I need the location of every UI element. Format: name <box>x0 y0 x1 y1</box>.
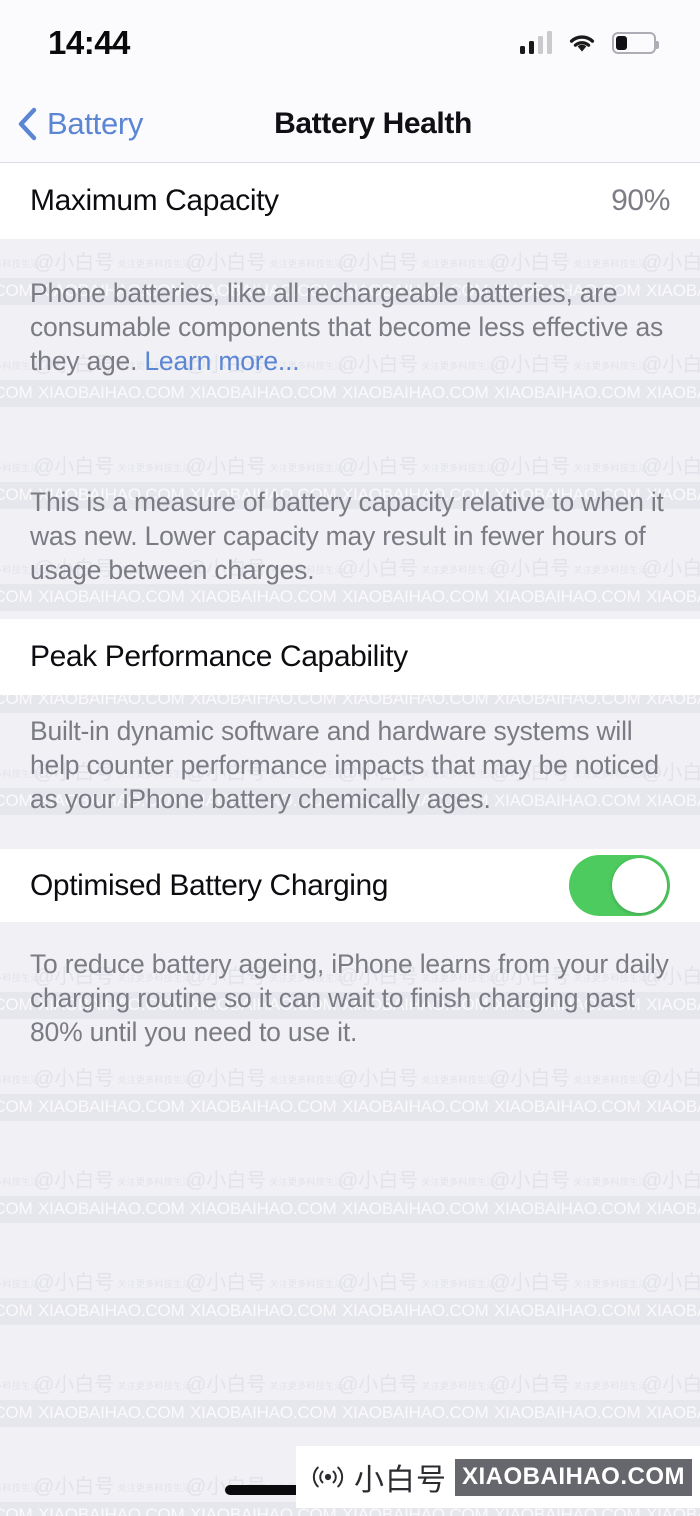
optimised-charging-toggle[interactable] <box>569 855 670 916</box>
broadcast-icon <box>310 1463 346 1491</box>
chevron-left-icon <box>16 107 38 141</box>
bottom-watermark-domain: XIAOBAIHAO.COM <box>455 1458 692 1496</box>
row-optimised-battery-charging[interactable]: Optimised Battery Charging <box>0 849 700 922</box>
intro-footnote: Phone batteries, like all rechargeable b… <box>0 276 700 378</box>
status-bar-icons <box>519 31 659 54</box>
status-bar-clock: 14:44 <box>48 24 130 61</box>
maximum-capacity-label: Maximum Capacity <box>30 184 279 217</box>
learn-more-link[interactable]: Learn more... <box>144 346 299 376</box>
intro-footnote-text: Phone batteries, like all rechargeable b… <box>30 278 664 376</box>
iphone-settings-screen: @小白号关注更多科技生活XIAOBAIHAO.COM@小白号关注更多科技生活XI… <box>0 0 700 1516</box>
settings-content: Phone batteries, like all rechargeable b… <box>0 163 700 1516</box>
battery-icon <box>612 32 659 54</box>
wifi-icon <box>567 32 597 54</box>
row-peak-performance[interactable]: Peak Performance Capability <box>0 619 700 695</box>
row-maximum-capacity[interactable]: Maximum Capacity 90% <box>0 163 700 239</box>
cellular-bars-icon <box>519 31 552 54</box>
peak-performance-label: Peak Performance Capability <box>30 640 408 673</box>
back-button[interactable]: Battery <box>16 106 143 142</box>
status-bar: 14:44 <box>0 0 700 86</box>
peak-performance-footnote: Built-in dynamic software and hardware s… <box>30 716 659 814</box>
bottom-watermark-brand: 小白号 <box>354 1463 447 1498</box>
toggle-knob <box>612 858 667 913</box>
back-button-label: Battery <box>47 106 144 141</box>
maximum-capacity-footnote: This is a measure of battery capacity re… <box>30 487 664 585</box>
bottom-watermark: 小白号 XIAOBAIHAO.COM <box>296 1446 700 1508</box>
navigation-bar: Battery Battery Health <box>0 86 700 163</box>
maximum-capacity-value: 90% <box>611 184 670 217</box>
optimised-charging-footnote: To reduce battery ageing, iPhone learns … <box>30 949 669 1047</box>
optimised-charging-label: Optimised Battery Charging <box>30 868 389 902</box>
